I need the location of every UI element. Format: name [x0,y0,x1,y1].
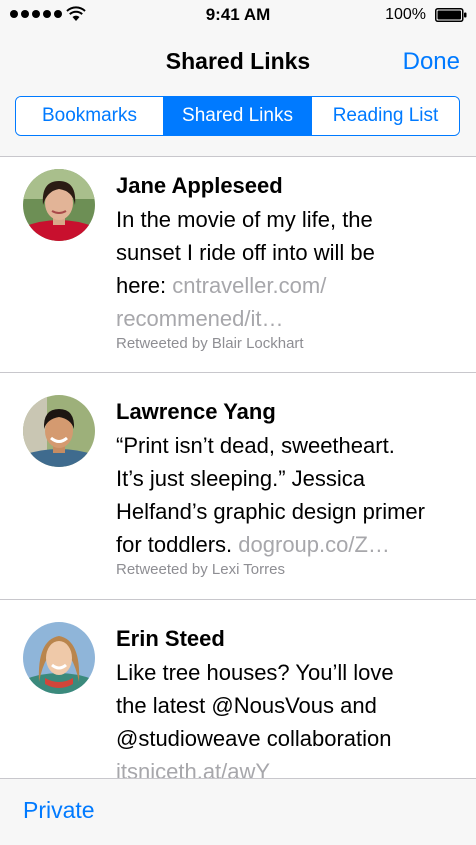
tweet-line: the latest @NousVous and [116,693,377,718]
tweet-text: Like tree houses? You’ll love the latest… [116,656,466,778]
retweeted-by-label: Retweeted by Blair Lockhart [116,335,304,352]
segmented-control: Bookmarks Shared Links Reading List [15,96,460,136]
tweet-line: It’s just sleeping.” Jessica [116,466,366,491]
tweet-line: Like tree houses? You’ll love [116,660,394,685]
private-button[interactable]: Private [23,797,95,824]
tweet-link[interactable]: dogroup.co/Z… [238,532,390,557]
avatar [23,395,95,467]
tweet-line: here: [116,273,173,298]
tweet-line: @studioweave collaboration [116,726,392,751]
battery-icon [435,8,467,22]
author-name: Erin Steed [116,626,225,651]
list-item[interactable]: Lawrence Yang “Print isn’t dead, sweethe… [0,373,476,600]
tweet-link[interactable]: itsniceth.at/awY [116,755,466,778]
avatar [23,169,95,241]
avatar [23,622,95,694]
tweet-line: “Print isn’t dead, sweetheart. [116,433,395,458]
tweet-link[interactable]: cntraveller.com/ [172,273,326,298]
author-name: Lawrence Yang [116,399,276,424]
tweet-link[interactable]: recommened/it… [116,302,466,335]
tweet-line: In the movie of my life, the [116,207,373,232]
tweet-text: In the movie of my life, the sunset I ri… [116,203,466,335]
navigation-bar: Shared Links Done Bookmarks Shared Links… [0,30,476,157]
author-name: Jane Appleseed [116,173,283,198]
tweet-text: “Print isn’t dead, sweetheart. It’s just… [116,429,466,561]
tweet-line: sunset I ride off into will be [116,240,375,265]
retweeted-by-label: Retweeted by Lexi Torres [116,561,285,578]
done-button[interactable]: Done [403,48,460,76]
list-item[interactable]: Jane Appleseed In the movie of my life, … [0,157,476,373]
bottom-toolbar: Private [0,778,476,845]
list-item[interactable]: Erin Steed Like tree houses? You’ll love… [0,600,476,778]
tweet-line: for toddlers. [116,532,239,557]
shared-links-list: Jane Appleseed In the movie of my life, … [0,157,476,778]
tab-reading-list[interactable]: Reading List [311,97,459,135]
battery-percentage: 100% [385,6,426,23]
tab-shared-links[interactable]: Shared Links [163,97,311,135]
tab-bookmarks[interactable]: Bookmarks [16,97,163,135]
tweet-line: Helfand’s graphic design primer [116,499,425,524]
status-bar: 9:41 AM 100% [0,0,476,30]
